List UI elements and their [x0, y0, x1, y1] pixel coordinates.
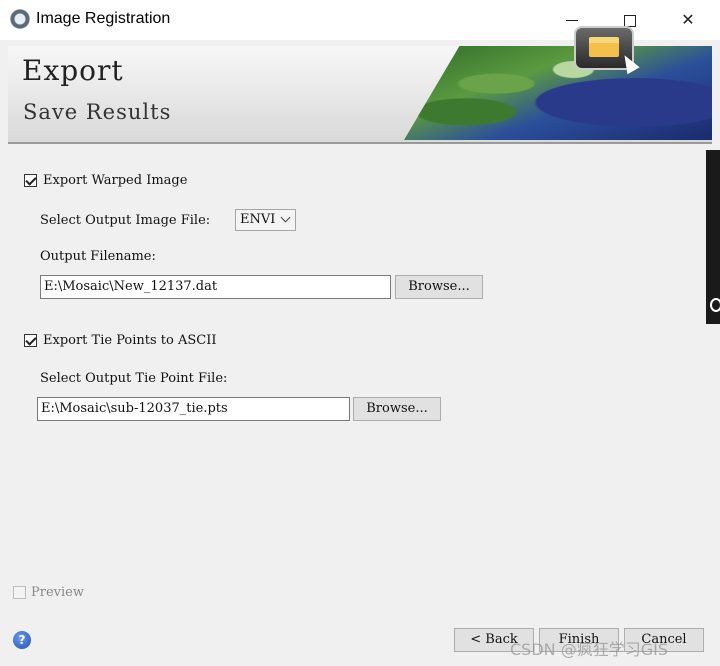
preview-label: Preview [31, 585, 84, 600]
output-filename-label: Output Filename: [40, 249, 156, 264]
preview-checkbox[interactable] [13, 586, 26, 599]
tie-point-file-field[interactable]: E:\Mosaic\sub-12037_tie.pts [37, 397, 350, 421]
maximize-icon [624, 14, 636, 27]
window-title: Image Registration [36, 10, 171, 27]
help-icon[interactable]: ? [13, 631, 31, 649]
tie-point-file-label: Select Output Tie Point File: [40, 371, 228, 386]
export-tie-points-label[interactable]: Export Tie Points to ASCII [43, 333, 217, 348]
close-icon: ✕ [681, 10, 695, 29]
export-warped-image-label[interactable]: Export Warped Image [43, 173, 187, 188]
browse-tie-point-file-button[interactable]: Browse... [353, 397, 441, 421]
app-icon [10, 9, 30, 29]
banner-subtitle: Save Results [23, 100, 172, 124]
output-image-file-type-select[interactable]: ENVI [235, 209, 296, 231]
close-button[interactable]: ✕ [666, 6, 710, 34]
csdn-watermark: CSDN @疯狂学习GIS [510, 640, 668, 659]
chevron-down-icon [280, 212, 291, 223]
browse-output-filename-button[interactable]: Browse... [395, 275, 483, 299]
minimize-icon [566, 20, 578, 21]
side-edge-strip [706, 150, 720, 324]
satellite-image [404, 46, 712, 140]
output-filename-field[interactable]: E:\Mosaic\New_12137.dat [40, 275, 391, 299]
output-image-file-type-label: Select Output Image File: [40, 213, 211, 228]
banner-title: Export [22, 54, 124, 87]
export-tie-points-checkbox[interactable] [24, 334, 37, 347]
output-image-file-type-value: ENVI [240, 212, 276, 227]
export-warped-image-checkbox[interactable] [24, 174, 37, 187]
